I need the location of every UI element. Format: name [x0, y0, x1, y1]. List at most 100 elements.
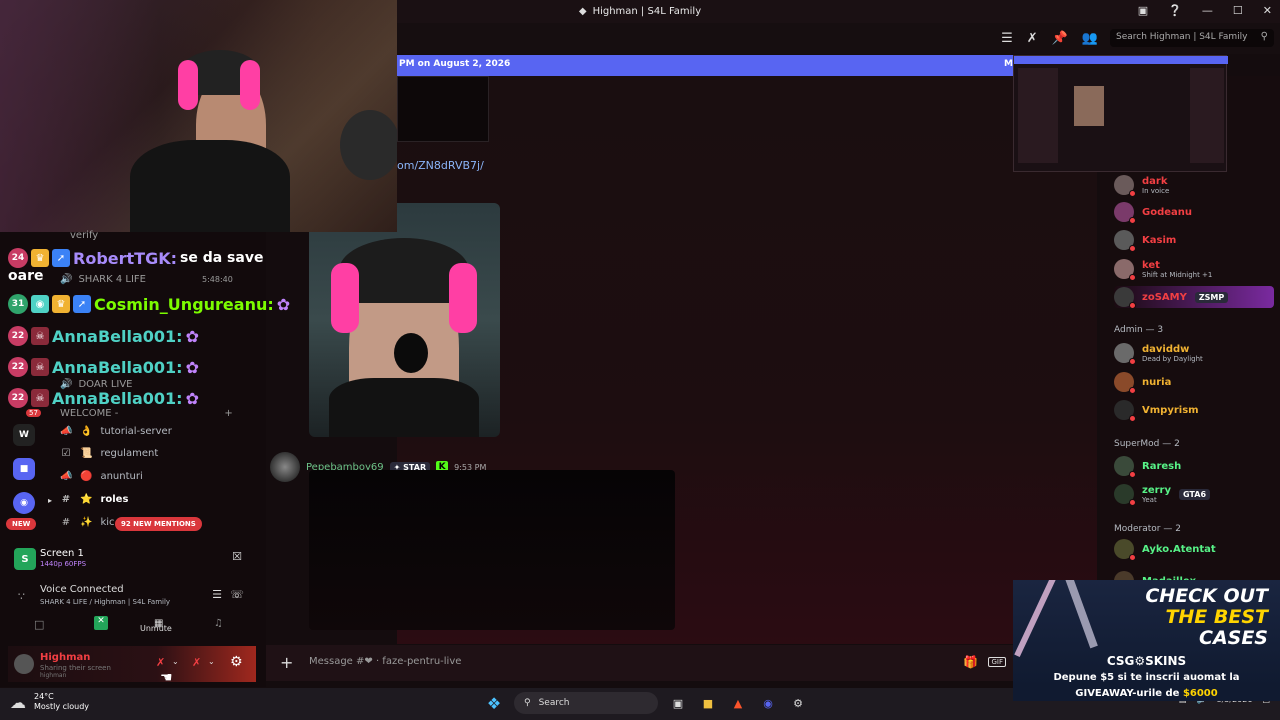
- avatar[interactable]: [270, 452, 300, 482]
- channel-tutorial-server[interactable]: 📣 👌 tutorial-server: [60, 426, 172, 437]
- member-daviddw[interactable]: daviddw Dead by Daylight: [1114, 342, 1274, 365]
- crown-icon: ♛: [31, 249, 49, 267]
- avatar[interactable]: [14, 654, 34, 674]
- status-dot: [1129, 274, 1136, 281]
- inbox-icon[interactable]: ▣: [1138, 4, 1148, 17]
- avatar: [1114, 259, 1136, 281]
- knife-graphic: [1014, 580, 1058, 658]
- chevron-down-icon[interactable]: ⌄: [208, 657, 215, 666]
- file-explorer-icon[interactable]: ■: [698, 693, 718, 713]
- invite-link[interactable]: om/ZN8dRVB7j/: [397, 159, 484, 172]
- video-embed[interactable]: [309, 470, 675, 630]
- avatar: [1114, 230, 1136, 252]
- member-kasim[interactable]: Kasim: [1114, 229, 1274, 252]
- member-nuria[interactable]: nuria: [1114, 371, 1274, 394]
- stream-preview-thumbnail[interactable]: [1013, 55, 1228, 172]
- member-dark[interactable]: dark In voice: [1114, 174, 1274, 197]
- discord-app-icon[interactable]: ◉: [758, 693, 778, 713]
- mouse-cursor-icon: ☚: [160, 670, 173, 686]
- pinned-banner[interactable]: PM on August 2, 2026 M: [397, 55, 1017, 76]
- server-icon[interactable]: W: [13, 424, 35, 446]
- status-dot: [1129, 554, 1136, 561]
- soundboard-icon[interactable]: ♫: [214, 618, 223, 629]
- channel-regulament[interactable]: ☑ 📜 regulament: [60, 448, 159, 459]
- user-name[interactable]: Highman: [40, 652, 90, 663]
- stop-stream-icon[interactable]: ☒: [232, 550, 242, 563]
- mic-muted-icon[interactable]: ✗: [156, 656, 165, 669]
- member-ayko[interactable]: Ayko.Atentat: [1114, 538, 1274, 561]
- chat-user: AnnaBella001:: [52, 326, 183, 346]
- close-button[interactable]: ✕: [1263, 4, 1272, 17]
- ad-promo-1: Depune $5 si te inscrii auomat la: [1053, 672, 1240, 683]
- member-godeanu[interactable]: Godeanu: [1114, 201, 1274, 224]
- window-title: Highman | S4L Family: [592, 6, 702, 17]
- weather-widget[interactable]: ☁ 24°C Mostly cloudy: [10, 692, 89, 712]
- chat-user: AnnaBella001:: [52, 388, 183, 408]
- avatar: [1114, 175, 1136, 197]
- voice-status[interactable]: Voice Connected: [40, 584, 124, 595]
- taskbar-search-label: Search: [538, 698, 570, 708]
- pin-icon[interactable]: 📌: [1052, 31, 1068, 46]
- search-input[interactable]: Search Highman | S4L Family ⚲: [1110, 29, 1274, 47]
- member-raresh[interactable]: Raresh: [1114, 455, 1274, 478]
- expand-arrow-icon[interactable]: ▸: [48, 496, 52, 505]
- ad-line-1: CHECK OUT: [1145, 585, 1268, 607]
- member-ket[interactable]: ket Shift at Midnight +1: [1114, 258, 1274, 281]
- add-attachment-icon[interactable]: +: [280, 653, 293, 672]
- ad-line-3: CASES: [1199, 627, 1268, 649]
- member-name: Kasim: [1142, 234, 1177, 246]
- brave-browser-icon[interactable]: ▲: [728, 693, 748, 713]
- member-zerry[interactable]: zerry Yeat GTA6: [1114, 483, 1274, 506]
- embed-preview[interactable]: [397, 76, 489, 142]
- help-icon[interactable]: ❔: [1168, 4, 1182, 17]
- member-name: dark: [1142, 175, 1168, 187]
- sword-icon: ➚: [52, 249, 70, 267]
- preview-webcam: [1074, 86, 1104, 126]
- channel-emoji: ✨: [80, 517, 93, 528]
- threads-icon[interactable]: ☰: [1001, 31, 1013, 46]
- maximize-button[interactable]: ☐: [1233, 4, 1243, 17]
- voice-channel[interactable]: SHARK 4 LIFE / Highman | S4L Family: [40, 598, 170, 606]
- member-zosamy[interactable]: zoSAMY ZSMP: [1114, 286, 1274, 309]
- channel-roles[interactable]: # ⭐ roles: [60, 494, 129, 505]
- new-pill[interactable]: NEW: [6, 518, 37, 530]
- video-attachment[interactable]: [309, 203, 500, 437]
- member-tag: ZSMP: [1194, 291, 1229, 303]
- pinned-more: M: [1004, 59, 1013, 69]
- channel-anunturi[interactable]: 📣 🔴 anunturi: [60, 471, 143, 482]
- task-view-icon[interactable]: ▣: [668, 693, 688, 713]
- message-composer[interactable]: + Message #❤ · faze-pentru-live 🎁 GIF: [266, 645, 1018, 681]
- new-mentions-pill[interactable]: 92 NEW MENTIONS: [115, 517, 202, 531]
- gift-icon[interactable]: 🎁: [963, 655, 978, 669]
- deafen-icon[interactable]: ✗: [192, 656, 201, 669]
- members-icon[interactable]: 👥: [1082, 31, 1098, 46]
- member-activity: Yeat: [1142, 495, 1157, 504]
- camera-off-icon[interactable]: □: [34, 618, 44, 631]
- headphone-left: [178, 60, 198, 110]
- channel-kic[interactable]: # ✨ kic: [60, 517, 115, 528]
- sub-icon: ◉: [31, 295, 49, 313]
- disconnect-icon[interactable]: ☏: [230, 588, 244, 601]
- windows-start-icon[interactable]: ❖: [484, 693, 504, 713]
- avatar: [1114, 343, 1136, 365]
- search-placeholder: Search Highman | S4L Family: [1116, 32, 1248, 42]
- taskbar-search[interactable]: ⚲ Search: [514, 692, 658, 714]
- folder-icon[interactable]: ■: [13, 458, 35, 480]
- screen-share-icon[interactable]: ✕: [94, 616, 108, 630]
- discord-server-icon[interactable]: ◉: [13, 492, 35, 514]
- ad-headline: CHECK OUT THE BEST CASES: [1145, 586, 1268, 649]
- settings-gear-icon[interactable]: ⚙: [230, 654, 243, 670]
- noise-suppression-icon[interactable]: ☰: [212, 588, 222, 601]
- minimize-button[interactable]: —: [1202, 4, 1213, 17]
- member-name: nuria: [1142, 376, 1172, 388]
- mute-notifications-icon[interactable]: ✗: [1027, 31, 1038, 46]
- gif-icon[interactable]: GIF: [988, 657, 1006, 667]
- steam-icon[interactable]: ⚙: [788, 693, 808, 713]
- chevron-down-icon[interactable]: ⌄: [172, 657, 179, 666]
- signal-icon[interactable]: ∵: [18, 590, 25, 603]
- add-channel-icon[interactable]: +: [224, 408, 232, 419]
- status-dot: [1129, 471, 1136, 478]
- member-vmpyrism[interactable]: Vmpyrism: [1114, 399, 1274, 422]
- avatar: [1114, 287, 1136, 309]
- search-icon: ⚲: [524, 698, 531, 708]
